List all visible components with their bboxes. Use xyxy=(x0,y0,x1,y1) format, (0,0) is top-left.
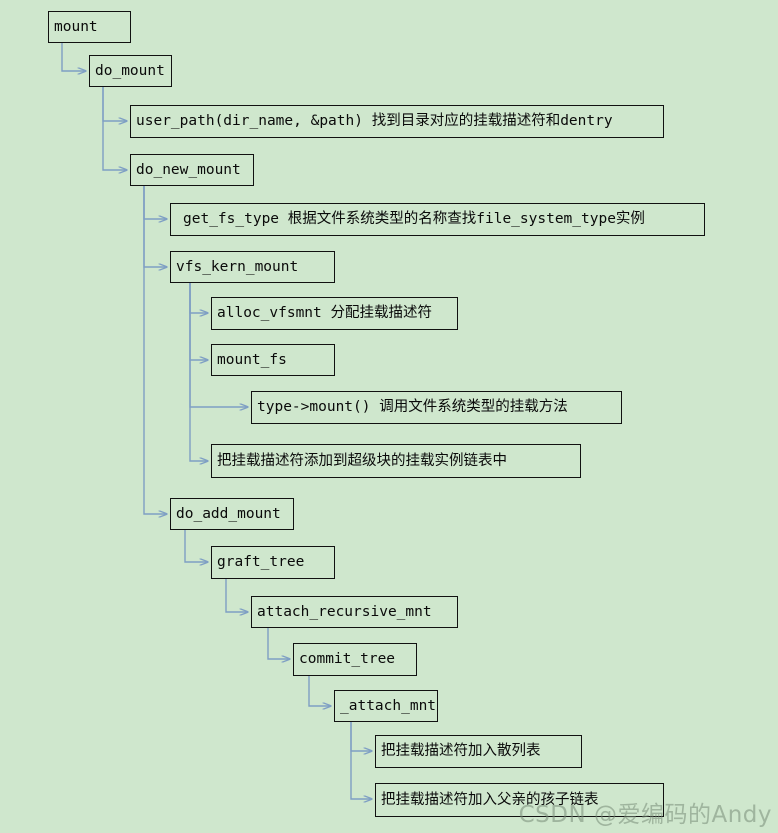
node-label-get-fs-type: get_fs_type 根据文件系统类型的名称查找file_system_typ… xyxy=(183,211,645,228)
node-attach-mnt[interactable]: _attach_mnt xyxy=(334,690,438,722)
edge-mount-to-do-mount xyxy=(61,43,86,71)
node-do-new-mount[interactable]: do_new_mount xyxy=(130,154,254,186)
node-type-mount[interactable]: type->mount() 调用文件系统类型的挂载方法 xyxy=(251,391,622,424)
edge-do-new-mount-to-get-fs-type xyxy=(143,186,167,219)
edge-vfs-kern-mount-to-alloc-vfsmnt xyxy=(189,283,208,313)
edge-do-new-mount-to-do-add-mount xyxy=(143,186,167,514)
node-label-mount-fs: mount_fs xyxy=(217,351,287,368)
node-label-attach-mnt: _attach_mnt xyxy=(340,697,437,714)
node-label-graft-tree: graft_tree xyxy=(217,554,305,571)
node-do-mount[interactable]: do_mount xyxy=(89,55,172,87)
node-commit-tree[interactable]: commit_tree xyxy=(293,643,417,676)
edge-do-mount-to-user-path xyxy=(102,87,127,121)
edge-do-new-mount-to-vfs-kern-mount xyxy=(143,186,167,267)
node-alloc-vfsmnt[interactable]: alloc_vfsmnt 分配挂载描述符 xyxy=(211,297,458,330)
node-add-to-superblock-list[interactable]: 把挂载描述符添加到超级块的挂载实例链表中 xyxy=(211,444,581,478)
node-label-do-add-mount: do_add_mount xyxy=(176,505,281,522)
node-get-fs-type[interactable]: get_fs_type 根据文件系统类型的名称查找file_system_typ… xyxy=(170,203,705,236)
edge-attach-mnt-to-hash-list xyxy=(350,722,372,751)
node-label-type-mount: type->mount() 调用文件系统类型的挂载方法 xyxy=(257,399,568,416)
edge-vfs-kern-mount-to-add-to-sb xyxy=(189,283,208,461)
edge-commit-tree-to-attach-mnt xyxy=(308,676,331,706)
watermark: CSDN @爱编码的Andy xyxy=(518,802,772,828)
node-label-add-to-hash-table: 把挂载描述符加入散列表 xyxy=(381,743,541,760)
edge-attach-recursive-mnt-to-commit-tree xyxy=(267,628,290,659)
edge-do-mount-to-do-new-mount xyxy=(102,87,127,170)
node-mount[interactable]: mount xyxy=(48,11,131,43)
node-label-do-new-mount: do_new_mount xyxy=(136,161,241,178)
node-user-path[interactable]: user_path(dir_name, &path) 找到目录对应的挂载描述符和… xyxy=(130,105,664,138)
node-add-to-hash-table[interactable]: 把挂载描述符加入散列表 xyxy=(375,735,582,768)
edge-attach-mnt-to-child-list xyxy=(350,722,372,799)
node-label-mount: mount xyxy=(54,18,98,35)
node-label-vfs-kern-mount: vfs_kern_mount xyxy=(176,258,299,275)
node-attach-recursive-mnt[interactable]: attach_recursive_mnt xyxy=(251,596,458,628)
edge-graft-tree-to-attach-recursive-mnt xyxy=(225,579,248,612)
node-label-do-mount: do_mount xyxy=(95,62,165,79)
edge-vfs-kern-mount-to-mount-fs xyxy=(189,283,208,360)
node-label-attach-recursive-mnt: attach_recursive_mnt xyxy=(257,603,432,620)
node-vfs-kern-mount[interactable]: vfs_kern_mount xyxy=(170,251,335,283)
edge-do-add-mount-to-graft-tree xyxy=(184,530,208,562)
node-label-user-path: user_path(dir_name, &path) 找到目录对应的挂载描述符和… xyxy=(136,113,613,130)
node-label-add-to-superblock-list: 把挂载描述符添加到超级块的挂载实例链表中 xyxy=(217,452,507,469)
node-mount-fs[interactable]: mount_fs xyxy=(211,344,335,376)
node-label-alloc-vfsmnt: alloc_vfsmnt 分配挂载描述符 xyxy=(217,305,432,322)
node-label-commit-tree: commit_tree xyxy=(299,651,396,668)
diagram-canvas: mount do_mount user_path(dir_name, &path… xyxy=(0,0,778,833)
node-graft-tree[interactable]: graft_tree xyxy=(211,546,335,579)
node-do-add-mount[interactable]: do_add_mount xyxy=(170,498,294,530)
